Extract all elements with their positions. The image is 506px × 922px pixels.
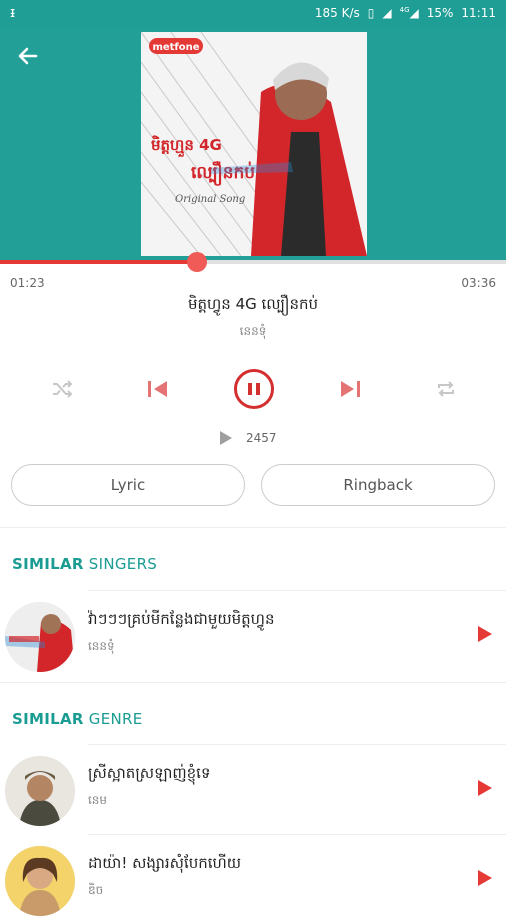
cover-brand: metfone xyxy=(152,42,199,53)
play-count-value: 2457 xyxy=(246,431,277,445)
skip-next-icon xyxy=(341,381,360,397)
cover-subtitle: Original Song xyxy=(175,194,245,205)
song-title: មិត្តហ្វូន 4G ល្បឿនកប់ xyxy=(187,295,319,313)
network-badge: 4G xyxy=(399,6,410,14)
vibrate-icon: ▯ xyxy=(367,6,375,20)
skip-previous-icon xyxy=(148,381,167,397)
list-item-title: វ៉ាៗៗៗគ្រប់មីកន្លែងជាមួយមិត្តហ្វូន xyxy=(88,610,275,628)
divider xyxy=(88,744,506,745)
previous-button[interactable] xyxy=(140,365,176,413)
status-bar-right: 185 K/s ▯ ◢ 4G◢ 15% 11:11 xyxy=(315,6,496,20)
list-item-title: ស្រីស្អាតស្រឡាញ់ខ្ញុំទេ xyxy=(88,764,211,782)
list-item-artist: នេនទុំ xyxy=(88,639,115,653)
avatar xyxy=(5,846,75,916)
playback-controls xyxy=(0,365,506,413)
play-icon[interactable] xyxy=(478,626,492,642)
seek-fill xyxy=(0,260,198,264)
shuffle-icon xyxy=(53,380,73,398)
play-count-icon xyxy=(220,431,232,445)
ringback-button[interactable]: Ringback xyxy=(261,464,495,506)
list-item[interactable]: វ៉ាៗៗៗគ្រប់មីកន្លែងជាមួយមិត្តហ្វូន នេនទុ… xyxy=(0,592,506,678)
action-buttons: Lyric Ringback xyxy=(11,464,495,508)
total-duration: 03:36 xyxy=(461,276,496,290)
battery-level: 15% xyxy=(426,6,454,20)
net-speed: 185 K/s xyxy=(314,6,360,20)
song-artist: នេនទុំ xyxy=(239,324,267,338)
clock: 11:11 xyxy=(461,6,496,20)
list-item-title: ដាយ៉ា! សង្សារសុំបែកហើយ xyxy=(88,854,242,872)
divider xyxy=(88,590,506,591)
repeat-button[interactable] xyxy=(428,365,464,413)
seek-thumb[interactable] xyxy=(187,252,208,272)
similar-genre-heading: SIMILAR GENRE xyxy=(12,710,143,728)
divider xyxy=(0,682,506,683)
shuffle-button[interactable] xyxy=(44,365,80,413)
next-button[interactable] xyxy=(332,365,368,413)
repeat-icon xyxy=(438,381,454,397)
similar-singers-heading: SIMILAR SINGERS xyxy=(12,555,158,573)
avatar xyxy=(5,602,75,672)
lyric-button[interactable]: Lyric xyxy=(11,464,245,506)
elapsed-time: 01:23 xyxy=(10,276,45,290)
list-item[interactable]: ដាយ៉ា! សង្សារសុំបែកហើយ ឌិច xyxy=(0,836,506,922)
arrow-left-icon[interactable] xyxy=(14,42,42,70)
divider xyxy=(88,834,506,835)
signal-4g-icon: 4G◢ xyxy=(399,6,419,20)
play-count: 2457 xyxy=(218,428,277,448)
list-item-artist: ឌិច xyxy=(88,883,104,897)
divider xyxy=(0,527,506,528)
signal-icon: ◢ xyxy=(382,6,392,20)
pause-icon xyxy=(234,369,274,409)
album-cover: metfone មិត្តហ្មួន 4G ល្បឿនកប់ Original … xyxy=(141,32,367,256)
play-icon[interactable] xyxy=(478,870,492,886)
pause-button[interactable] xyxy=(231,365,277,413)
notification-icon: ᵻ xyxy=(10,5,16,21)
cover-title-line1: មិត្តហ្មួន 4G xyxy=(151,135,222,157)
list-item[interactable]: ស្រីស្អាតស្រឡាញ់ខ្ញុំទេ នេម xyxy=(0,746,506,832)
seek-bar[interactable] xyxy=(0,252,506,272)
play-icon[interactable] xyxy=(478,780,492,796)
avatar xyxy=(5,756,75,826)
list-item-artist: នេម xyxy=(88,793,108,807)
status-bar: ᵻ 185 K/s ▯ ◢ 4G◢ 15% 11:11 xyxy=(0,0,506,28)
